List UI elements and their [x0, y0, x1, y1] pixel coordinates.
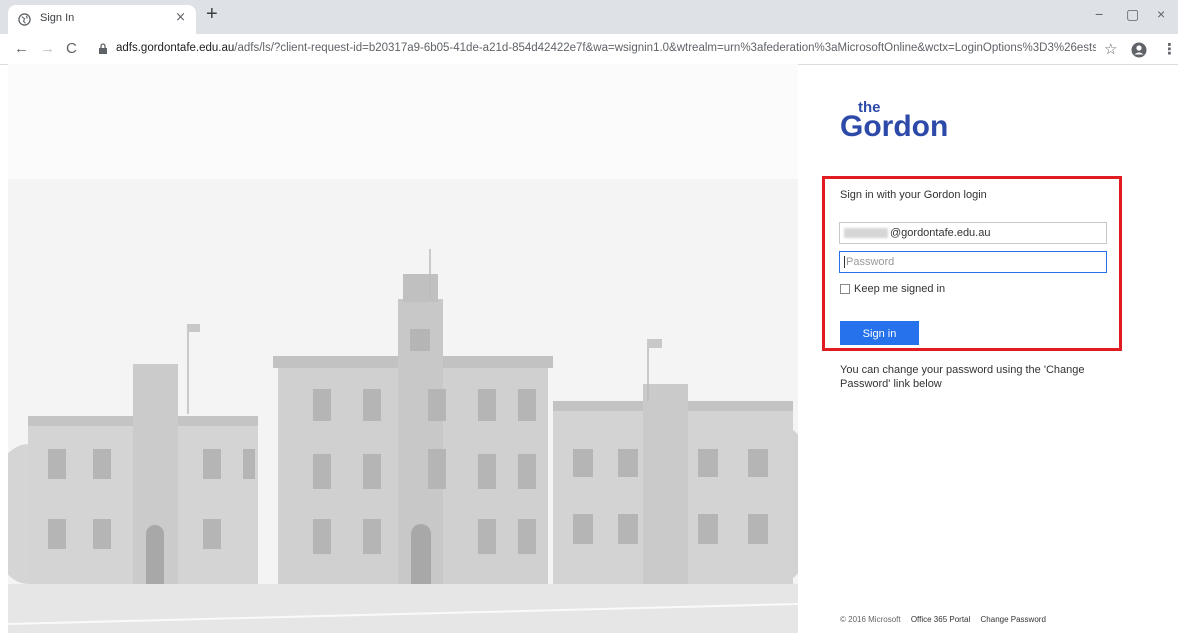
background-illustration: [8, 64, 798, 633]
address-bar[interactable]: adfs.gordontafe.edu.au/adfs/ls/?client-r…: [116, 42, 1096, 54]
lock-icon: [99, 43, 107, 54]
logo-text-main: Gordon: [840, 110, 948, 140]
office-portal-link[interactable]: Office 365 Portal: [911, 615, 970, 624]
keep-signed-in-checkbox[interactable]: Keep me signed in: [840, 283, 945, 295]
change-password-link[interactable]: Change Password: [981, 615, 1046, 624]
keep-signed-in-label: Keep me signed in: [854, 283, 946, 295]
copyright-text: © 2016 Microsoft: [840, 615, 901, 624]
new-tab-button[interactable]: +: [206, 3, 218, 26]
gordon-logo: the Gordon: [840, 99, 948, 140]
password-info-text: You can change your password using the '…: [840, 364, 1085, 390]
minimize-button[interactable]: −: [1095, 6, 1103, 22]
url-domain: adfs.gordontafe.edu.au: [116, 42, 235, 54]
username-field[interactable]: @gordontafe.edu.au: [839, 222, 1107, 244]
profile-icon[interactable]: [1131, 42, 1147, 58]
browser-tab-bar: Sign In × + − ▢ ×: [0, 0, 1178, 34]
login-form: Sign in with your Gordon login @gordonta…: [822, 176, 1122, 351]
checkbox-icon[interactable]: [840, 284, 850, 295]
forward-button[interactable]: →: [40, 40, 55, 57]
tab-close-icon[interactable]: ×: [175, 10, 186, 25]
text-cursor: [844, 256, 845, 269]
browser-toolbar: ← → C adfs.gordontafe.edu.au/adfs/ls/?cl…: [0, 34, 1178, 65]
url-path: /adfs/ls/?client-request-id=b20317a9-6b0…: [234, 42, 1096, 54]
maximize-button[interactable]: ▢: [1126, 6, 1139, 23]
back-button[interactable]: ←: [14, 40, 29, 57]
browser-tab[interactable]: Sign In ×: [8, 5, 196, 34]
close-window-button[interactable]: ×: [1157, 6, 1165, 22]
redacted-username: [844, 228, 888, 239]
building-illustration: [8, 179, 798, 633]
username-suffix: @gordontafe.edu.au: [890, 227, 991, 239]
bookmark-star-icon[interactable]: ☆: [1104, 40, 1117, 58]
password-placeholder: Password: [846, 256, 895, 268]
globe-icon: [18, 13, 31, 26]
reload-button[interactable]: C: [66, 40, 77, 57]
tab-title: Sign In: [40, 12, 75, 24]
menu-icon[interactable]: ⋮: [1162, 40, 1177, 58]
footer: © 2016 Microsoft Office 365 Portal Chang…: [840, 615, 1054, 624]
password-field[interactable]: Password: [839, 251, 1107, 273]
login-heading: Sign in with your Gordon login: [840, 189, 987, 201]
sign-in-button[interactable]: Sign in: [840, 321, 919, 345]
